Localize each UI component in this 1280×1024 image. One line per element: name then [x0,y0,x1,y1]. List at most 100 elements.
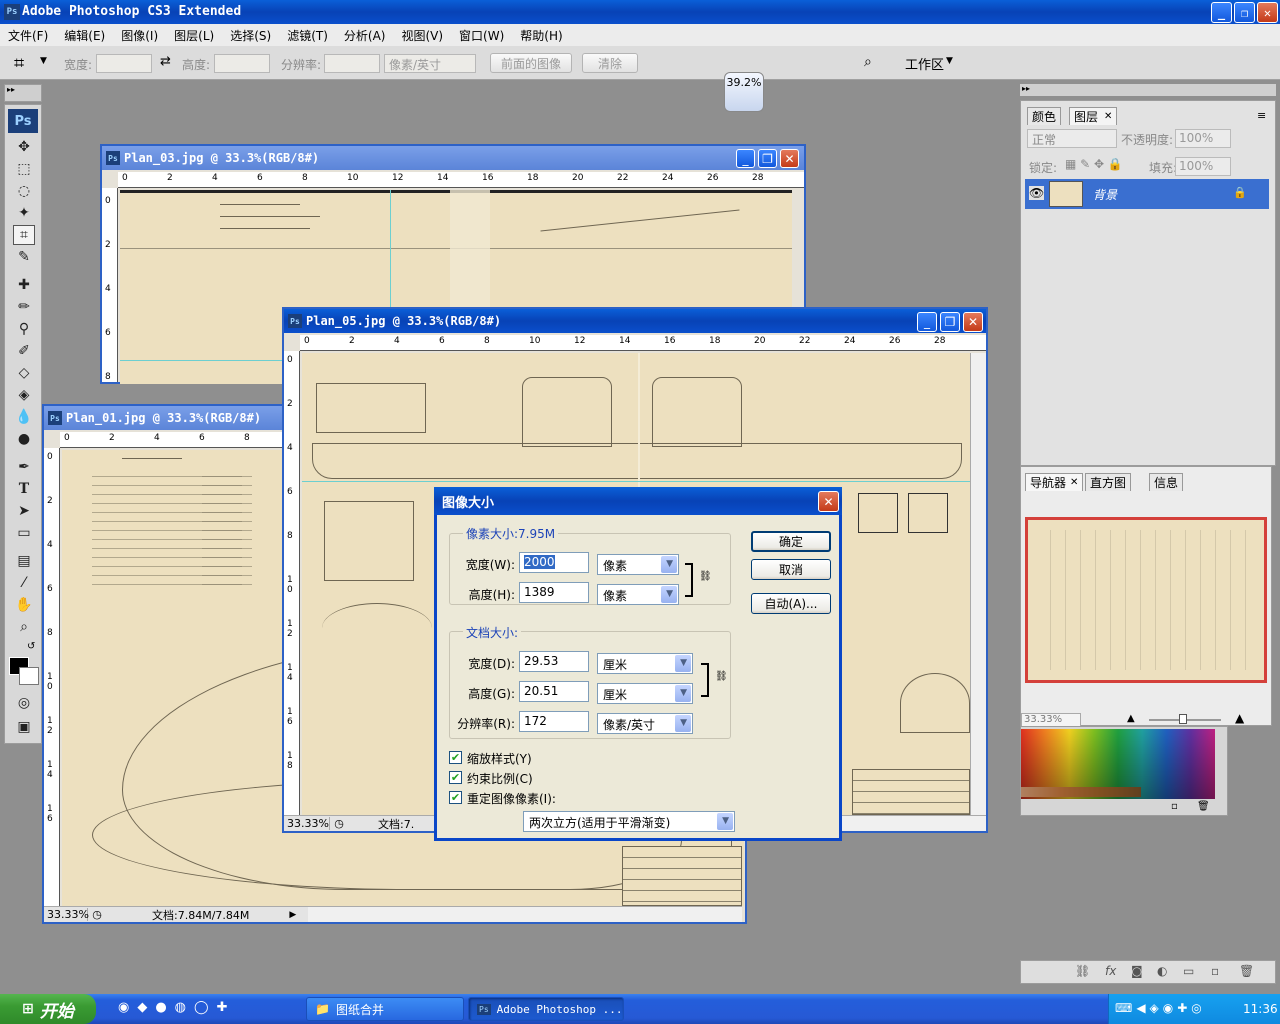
menu-view[interactable]: 视图(V) [393,27,451,44]
menu-analysis[interactable]: 分析(A) [336,27,394,44]
fx-icon[interactable]: fx [1105,964,1116,978]
resample-label[interactable]: 重定图像像素(I): [467,790,556,807]
status-arrow-icon[interactable]: ▶ [289,910,296,920]
notes-tool-icon[interactable]: ▤ [13,551,35,571]
screen-mode-icon[interactable]: ▣ [13,717,35,737]
shape-tool-icon[interactable]: ▭ [13,523,35,543]
task-folder[interactable]: 📁 图纸合并 [306,997,464,1021]
bridge-icon[interactable]: ⌕ [864,54,872,70]
tab-histogram[interactable]: 直方图 [1085,473,1132,491]
plan05-vertical-scrollbar[interactable] [970,353,986,815]
adjustment-layer-icon[interactable]: ◐ [1157,964,1167,978]
lock-icons[interactable]: ▦ ✎ ✥ 🔒 [1065,157,1123,171]
close-icon[interactable]: ✕ [1104,111,1112,122]
eraser-tool-icon[interactable]: ◇ [13,363,35,383]
constrain-proportions-checkbox[interactable]: ✔ [449,771,462,784]
menu-filter[interactable]: 滤镜(T) [279,27,336,44]
resolution-unit-select[interactable]: 像素/英寸 [384,54,476,73]
plan05-close-button[interactable]: ✕ [963,312,983,332]
pixel-width-input[interactable]: 2000 [519,552,589,573]
status-menu-icon[interactable]: ◷ [88,908,106,921]
resolution-input[interactable] [324,54,380,73]
doc-height-unit-select[interactable]: 厘米 ▼ [597,683,693,704]
history-brush-tool-icon[interactable]: ✐ [13,341,35,361]
layer-row-background[interactable]: 👁 背景 🔒 [1025,179,1269,209]
clear-button[interactable]: 清除 [582,53,638,73]
add-mask-icon[interactable]: ◙ [1131,964,1143,978]
close-button[interactable]: ✕ [1257,2,1278,23]
paint-bucket-tool-icon[interactable]: ◈ [13,385,35,405]
tab-info[interactable]: 信息 [1149,473,1184,491]
eyedropper-tool-icon[interactable]: ⁄ [13,573,35,593]
zoom-slider[interactable] [1149,714,1221,724]
tab-color[interactable]: 颜色 [1027,107,1062,125]
scale-styles-checkbox[interactable]: ✔ [449,751,462,764]
brush-tool-icon[interactable]: ✏ [13,297,35,317]
navigator-zoom-field[interactable]: 33.33% [1021,713,1081,727]
marquee-tool-icon[interactable]: ⬚ [13,159,35,179]
close-icon[interactable]: ✕ [1070,477,1078,488]
zoom-tool-icon[interactable]: ⌕ [13,617,35,637]
plan03-maximize-button[interactable]: ❐ [758,149,777,168]
move-tool-icon[interactable]: ✥ [13,137,35,157]
plan01-horizontal-scrollbar[interactable] [308,906,742,922]
start-button[interactable]: ⊞ 开始 [0,994,96,1024]
menu-image[interactable]: 图像(I) [113,27,166,44]
hand-tool-icon[interactable]: ✋ [13,595,35,615]
blend-mode-select[interactable]: 正常 [1027,129,1117,148]
toolbox-grip[interactable]: ▸▸ [4,84,42,102]
dialog-title-bar[interactable]: 图像大小 [434,487,842,515]
panel-menu-icon[interactable]: ≡ [1257,109,1266,122]
tab-navigator[interactable]: 导航器 ✕ [1025,473,1084,491]
zoom-slider-thumb[interactable] [1179,714,1187,724]
resample-checkbox[interactable]: ✔ [449,791,462,804]
zoom-in-icon[interactable]: ▲ [1235,711,1244,725]
delete-layer-icon[interactable]: 🗑 [1239,964,1254,978]
pixel-width-unit-select[interactable]: 像素 ▼ [597,554,679,575]
pixel-height-input[interactable]: 1389 [519,582,589,603]
doc-width-unit-select[interactable]: 厘米 ▼ [597,653,693,674]
fill-input[interactable]: 100% [1175,157,1231,176]
menu-file[interactable]: 文件(F) [0,27,56,44]
plan01-zoom-value[interactable]: 33.33% [44,908,89,921]
plan05-zoom-value[interactable]: 33.33% [284,817,330,830]
new-group-icon[interactable]: ▭ [1183,964,1194,978]
workspace-menu[interactable]: 工作区 [905,54,944,73]
minimize-button[interactable]: _ [1211,2,1232,23]
swap-icon[interactable]: ⇄ [160,54,171,69]
menu-edit[interactable]: 编辑(E) [56,27,113,44]
eye-icon[interactable]: 👁 [1029,186,1045,200]
doc-height-input[interactable]: 20.51 [519,681,589,702]
menu-select[interactable]: 选择(S) [222,27,279,44]
slice-tool-icon[interactable]: ✎ [13,247,35,267]
zoom-out-icon[interactable]: ▲ [1127,713,1135,724]
type-tool-icon[interactable]: T [13,479,35,499]
clone-stamp-tool-icon[interactable]: ⚲ [13,319,35,339]
lasso-tool-icon[interactable]: ◌ [13,181,35,201]
swatch-row-browns[interactable] [1021,787,1141,797]
trash-icon[interactable]: 🗑 [1197,801,1210,812]
ps-tool-logo[interactable]: Ps [8,109,38,133]
constrain-proportions-label[interactable]: 约束比例(C) [467,770,533,787]
tab-layers[interactable]: 图层 ✕ [1069,107,1118,125]
blur-tool-icon[interactable]: 💧 [13,407,35,427]
swap-colors-icon[interactable]: ↺ [27,641,35,652]
maximize-button[interactable]: ❐ [1234,2,1255,23]
menu-layer[interactable]: 图层(L) [166,27,222,44]
chevron-down-icon[interactable]: ▼ [40,56,47,66]
new-layer-icon[interactable]: ▫ [1211,964,1219,978]
plan05-horizontal-scrollbar[interactable] [836,815,986,831]
resample-method-select[interactable]: 两次立方(适用于平滑渐变) ▼ [523,811,735,832]
menu-help[interactable]: 帮助(H) [512,27,570,44]
resolution-input[interactable]: 172 [519,711,589,732]
crop-tool-icon[interactable]: ⌗ [13,225,35,245]
front-image-button[interactable]: 前面的图像 [490,53,572,73]
healing-brush-tool-icon[interactable]: ✚ [13,275,35,295]
navigator-thumbnail[interactable] [1025,517,1267,683]
ok-button[interactable]: 确定 [751,531,831,552]
dialog-close-button[interactable]: ✕ [818,491,839,512]
tray-icons[interactable]: ⌨◀◈◉✚◎ [1115,1001,1206,1015]
background-color-swatch[interactable] [19,667,39,685]
task-photoshop[interactable]: Ps Adobe Photoshop ... [468,997,624,1021]
doc-width-input[interactable]: 29.53 [519,651,589,672]
